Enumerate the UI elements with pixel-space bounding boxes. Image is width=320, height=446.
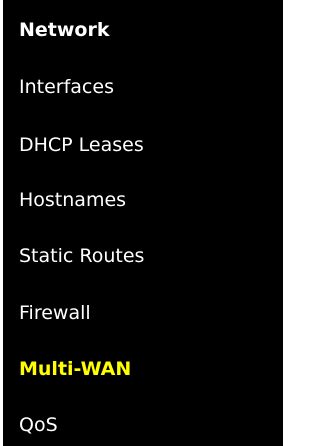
network-submenu: Network Interfaces DHCP Leases Hostnames… <box>3 0 283 446</box>
menu-item-qos[interactable]: QoS <box>19 408 58 442</box>
menu-item-hostnames[interactable]: Hostnames <box>19 183 126 217</box>
menu-heading-network: Network <box>19 19 110 41</box>
menu-item-multi-wan[interactable]: Multi-WAN <box>19 352 131 386</box>
menu-item-firewall[interactable]: Firewall <box>19 296 91 330</box>
menu-item-interfaces[interactable]: Interfaces <box>19 70 114 104</box>
menu-item-dhcp-leases[interactable]: DHCP Leases <box>19 128 144 162</box>
menu-item-static-routes[interactable]: Static Routes <box>19 239 144 273</box>
